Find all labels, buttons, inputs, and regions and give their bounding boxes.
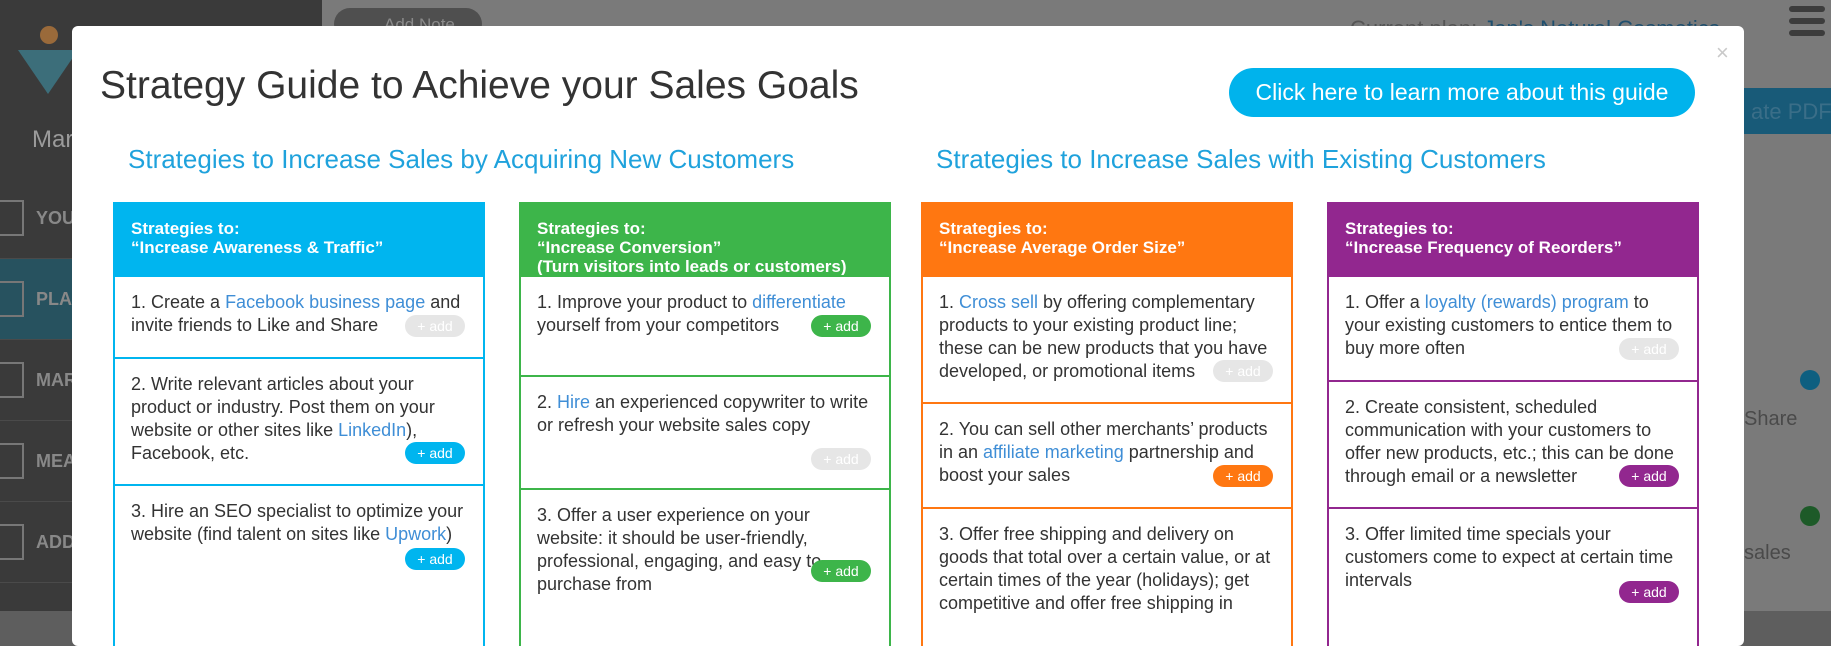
strategy-link[interactable]: Cross sell xyxy=(959,292,1038,312)
strategy-text: 1. Improve your product to xyxy=(537,292,753,312)
strategy-item: 2. Write relevant articles about your pr… xyxy=(115,357,483,484)
strategy-text: 1. Offer a xyxy=(1345,292,1425,312)
strategy-text: 3. Offer limited time specials your cust… xyxy=(1345,524,1674,590)
strategy-item: 2. Hire an experienced copywriter to wri… xyxy=(521,375,889,488)
hamburger-menu-icon[interactable] xyxy=(1789,6,1825,42)
brand-name: Mar xyxy=(32,126,74,153)
strategy-guide-modal: × Strategy Guide to Achieve your Sales G… xyxy=(72,26,1744,646)
strategy-link[interactable]: affiliate marketing xyxy=(983,442,1124,462)
add-strategy-button[interactable]: + add xyxy=(811,448,871,470)
add-strategy-button[interactable]: + add xyxy=(405,548,465,570)
header-label: Strategies to: xyxy=(131,219,240,238)
strategy-column-awareness-traffic: Strategies to: “Increase Awareness & Traf… xyxy=(113,202,485,646)
strategy-column-header: Strategies to: “Increase Conversion” (Turn… xyxy=(521,204,889,276)
add-strategy-button[interactable]: + add xyxy=(1619,581,1679,603)
header-label: Strategies to: xyxy=(537,219,646,238)
strategy-link[interactable]: LinkedIn xyxy=(338,420,406,440)
strategy-item: 2. Create consistent, scheduled communic… xyxy=(1329,380,1697,507)
strategy-text: 3. Offer a user experience on your websi… xyxy=(537,505,822,594)
strategy-link[interactable]: Facebook business page xyxy=(225,292,425,312)
strategy-text: yourself from your competitors xyxy=(537,315,780,335)
strategy-column-reorder-frequency: Strategies to: “Increase Frequency of Reo… xyxy=(1327,202,1699,646)
header-label: Strategies to: xyxy=(939,219,1048,238)
strategy-item: 2. You can sell other merchants’ product… xyxy=(923,402,1291,507)
strategy-item: 3. Offer limited time specials your cust… xyxy=(1329,507,1697,627)
strategy-text: 3. Offer free shipping and delivery on g… xyxy=(939,524,1271,613)
strategy-text: 1. xyxy=(939,292,960,312)
add-strategy-button[interactable]: + add xyxy=(811,560,871,582)
strategy-item: 3. Offer a user experience on your websi… xyxy=(521,488,889,604)
strategy-text: 2. xyxy=(537,392,558,412)
strategy-column-header: Strategies to: “Increase Frequency of Reo… xyxy=(1329,204,1697,275)
strategy-item: 1. Cross sell by offering complementary … xyxy=(923,275,1291,402)
strategy-link[interactable]: Hire xyxy=(557,392,590,412)
strategy-link[interactable]: loyalty (rewards) program xyxy=(1425,292,1629,312)
section-heading-new-customers: Strategies to Increase Sales by Acquirin… xyxy=(128,144,795,174)
add-strategy-button[interactable]: + add xyxy=(811,315,871,337)
add-strategy-button[interactable]: + add xyxy=(1619,465,1679,487)
header-goal: “Increase Awareness & Traffic” xyxy=(131,238,384,257)
header-goal: (Turn visitors into leads or customers) xyxy=(537,257,847,276)
add-strategy-button[interactable]: + add xyxy=(1213,465,1273,487)
strategy-item: 1. Improve your product to differentiate… xyxy=(521,275,889,375)
background-sales-text: sales xyxy=(1744,542,1791,564)
strategy-text: ) xyxy=(446,524,453,544)
strategy-item: 3. Offer free shipping and delivery on g… xyxy=(923,507,1291,627)
strategy-item: 1. Create a Facebook business page and i… xyxy=(115,275,483,357)
add-strategy-button[interactable]: + add xyxy=(405,315,465,337)
status-dot xyxy=(1800,370,1820,390)
background-share-text: Share xyxy=(1744,408,1798,430)
header-goal: “Increase Frequency of Reorders” xyxy=(1345,238,1622,257)
strategy-item: 1. Offer a loyalty (rewards) program to … xyxy=(1329,275,1697,380)
header-goal: “Increase Conversion” xyxy=(537,238,722,257)
generate-pdf-button[interactable]: ate PDF xyxy=(1735,88,1831,134)
status-dot xyxy=(1800,506,1820,526)
section-heading-existing-customers: Strategies to Increase Sales with Existi… xyxy=(936,144,1546,174)
strategy-column-conversion: Strategies to: “Increase Conversion” (Turn… xyxy=(519,202,891,646)
add-strategy-button[interactable]: + add xyxy=(1619,338,1679,360)
strategy-text: 1. Create a xyxy=(131,292,226,312)
strategy-item: 3. Hire an SEO specialist to optimize yo… xyxy=(115,484,483,589)
add-strategy-button[interactable]: + add xyxy=(1213,360,1273,382)
strategy-link[interactable]: differentiate xyxy=(752,292,846,312)
add-strategy-button[interactable]: + add xyxy=(405,442,465,464)
strategy-column-header: Strategies to: “Increase Average Order Si… xyxy=(923,204,1291,275)
strategy-column-header: Strategies to: “Increase Awareness & Traf… xyxy=(115,204,483,275)
strategy-link[interactable]: Upwork xyxy=(385,524,446,544)
modal-title: Strategy Guide to Achieve your Sales Goa… xyxy=(100,64,859,107)
header-label: Strategies to: xyxy=(1345,219,1454,238)
learn-more-button[interactable]: Click here to learn more about this guid… xyxy=(1229,68,1695,117)
close-icon[interactable]: × xyxy=(1716,40,1729,66)
header-goal: “Increase Average Order Size” xyxy=(939,238,1186,257)
strategy-column-order-size: Strategies to: “Increase Average Order Si… xyxy=(921,202,1293,646)
